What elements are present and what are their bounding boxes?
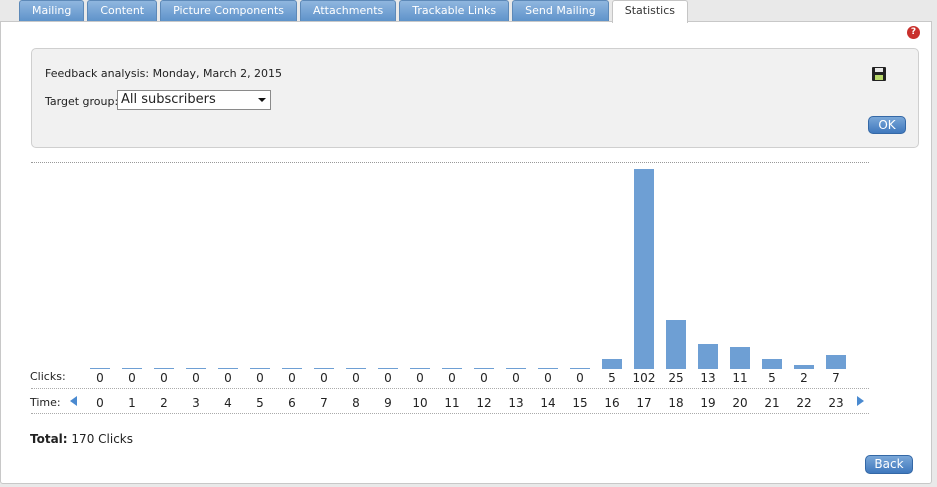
clicks-chart: Clicks: Time: 0 0 0 1 0 2 0 3 0 4 0 5 0 6 0 7 0 8 0 9 0 10 0 11… bbox=[1, 22, 933, 485]
click-count-label: 5 bbox=[608, 371, 616, 385]
hour-label: 4 bbox=[224, 396, 232, 410]
statistics-panel: ? Feedback analysis: Monday, March 2, 20… bbox=[0, 21, 932, 484]
hour-label: 20 bbox=[732, 396, 748, 410]
click-count-label: 0 bbox=[448, 371, 456, 385]
chart-bar bbox=[570, 368, 590, 369]
click-count-label: 0 bbox=[512, 371, 520, 385]
hour-label: 12 bbox=[476, 396, 492, 410]
click-count-label: 13 bbox=[700, 371, 716, 385]
click-count-label: 0 bbox=[416, 371, 424, 385]
click-count-label: 25 bbox=[668, 371, 684, 385]
tab-statistics[interactable]: Statistics bbox=[611, 0, 689, 23]
hour-label: 5 bbox=[256, 396, 264, 410]
tab-picture-components[interactable]: Picture Components bbox=[160, 0, 298, 21]
click-count-label: 0 bbox=[480, 371, 488, 385]
hour-label: 1 bbox=[128, 396, 136, 410]
chart-bar bbox=[250, 368, 270, 369]
hour-label: 21 bbox=[764, 396, 780, 410]
hour-label: 19 bbox=[700, 396, 716, 410]
chart-bar bbox=[506, 368, 526, 369]
hour-label: 3 bbox=[192, 396, 200, 410]
tab-bar: Mailing Content Picture Components Attac… bbox=[19, 0, 689, 23]
click-count-label: 0 bbox=[352, 371, 360, 385]
chart-bar bbox=[154, 368, 174, 369]
time-row-label: Time: bbox=[30, 396, 61, 409]
chart-bar bbox=[282, 368, 302, 369]
tab-attachments[interactable]: Attachments bbox=[300, 0, 397, 21]
hour-label: 9 bbox=[384, 396, 392, 410]
hour-label: 11 bbox=[444, 396, 460, 410]
chart-bar bbox=[826, 355, 846, 369]
hour-label: 23 bbox=[828, 396, 844, 410]
tab-content[interactable]: Content bbox=[87, 0, 158, 21]
row-divider bbox=[31, 388, 869, 389]
click-count-label: 0 bbox=[544, 371, 552, 385]
click-count-label: 0 bbox=[288, 371, 296, 385]
click-count-label: 2 bbox=[800, 371, 808, 385]
chart-bar bbox=[602, 359, 622, 369]
click-count-label: 102 bbox=[632, 371, 656, 385]
tab-send-mailing[interactable]: Send Mailing bbox=[512, 0, 609, 21]
total-value: 170 Clicks bbox=[71, 432, 133, 446]
chart-bar bbox=[666, 320, 686, 369]
click-count-label: 11 bbox=[732, 371, 748, 385]
chart-bar bbox=[122, 368, 142, 369]
click-count-label: 7 bbox=[832, 371, 840, 385]
click-count-label: 0 bbox=[320, 371, 328, 385]
chart-bar bbox=[538, 368, 558, 369]
chart-bar bbox=[730, 347, 750, 369]
total-summary: Total: 170 Clicks bbox=[30, 432, 133, 446]
click-count-label: 0 bbox=[128, 371, 136, 385]
hour-label: 13 bbox=[508, 396, 524, 410]
chart-bar bbox=[378, 368, 398, 369]
click-count-label: 0 bbox=[160, 371, 168, 385]
hour-label: 7 bbox=[320, 396, 328, 410]
hour-label: 14 bbox=[540, 396, 556, 410]
chart-bar bbox=[186, 368, 206, 369]
clicks-row-label: Clicks: bbox=[30, 370, 66, 383]
chart-bar bbox=[218, 368, 238, 369]
click-count-label: 0 bbox=[256, 371, 264, 385]
click-count-label: 0 bbox=[96, 371, 104, 385]
hour-label: 2 bbox=[160, 396, 168, 410]
hour-label: 10 bbox=[412, 396, 428, 410]
hour-label: 22 bbox=[796, 396, 812, 410]
chart-bar bbox=[474, 368, 494, 369]
arrow-left-icon[interactable] bbox=[70, 396, 77, 406]
hour-label: 8 bbox=[352, 396, 360, 410]
click-count-label: 0 bbox=[192, 371, 200, 385]
click-count-label: 5 bbox=[768, 371, 776, 385]
chart-bar bbox=[90, 368, 110, 369]
chart-bar bbox=[410, 368, 430, 369]
chart-bar bbox=[794, 365, 814, 369]
hour-label: 18 bbox=[668, 396, 684, 410]
hour-label: 6 bbox=[288, 396, 296, 410]
chart-bar bbox=[634, 169, 654, 369]
chart-bar bbox=[314, 368, 334, 369]
chart-bar bbox=[346, 368, 366, 369]
hour-label: 15 bbox=[572, 396, 588, 410]
hour-label: 17 bbox=[636, 396, 652, 410]
tab-trackable-links[interactable]: Trackable Links bbox=[399, 0, 510, 21]
click-count-label: 0 bbox=[384, 371, 392, 385]
hour-label: 0 bbox=[96, 396, 104, 410]
row-divider bbox=[31, 413, 869, 414]
back-button[interactable]: Back bbox=[865, 455, 913, 474]
click-count-label: 0 bbox=[576, 371, 584, 385]
chart-bar bbox=[698, 344, 718, 369]
hour-label: 16 bbox=[604, 396, 620, 410]
chart-bar bbox=[762, 359, 782, 369]
click-count-label: 0 bbox=[224, 371, 232, 385]
tab-mailing[interactable]: Mailing bbox=[19, 0, 85, 21]
total-label: Total: bbox=[30, 432, 68, 446]
arrow-right-icon[interactable] bbox=[857, 396, 864, 406]
chart-bar bbox=[442, 368, 462, 369]
